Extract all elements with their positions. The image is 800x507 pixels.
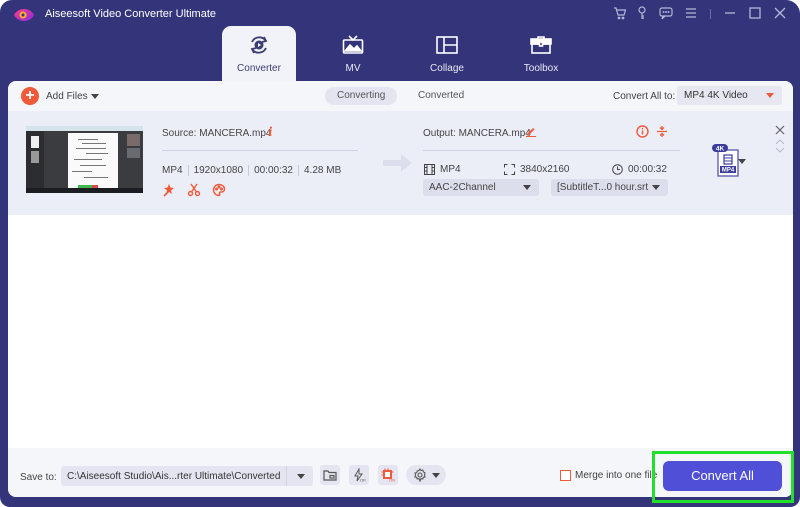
title-separator xyxy=(710,9,711,19)
output-filename: Output: MANCERA.mp4 xyxy=(423,128,531,139)
tab-mv-label: MV xyxy=(345,63,361,74)
converter-toolbar: + Add Files Converting Converted Convert… xyxy=(8,81,793,111)
minimize-icon[interactable] xyxy=(722,5,738,21)
tab-converting[interactable]: Converting xyxy=(325,87,398,105)
chevron-down-icon xyxy=(523,185,531,190)
add-files-dropdown-icon[interactable] xyxy=(91,94,99,99)
tab-collage[interactable]: Collage xyxy=(410,26,484,81)
maximize-icon[interactable] xyxy=(747,5,763,21)
tab-toolbox-label: Toolbox xyxy=(523,63,559,74)
add-files-button[interactable]: Add Files xyxy=(46,91,88,102)
convert-all-button[interactable]: Convert All xyxy=(663,461,782,491)
app-title: Aiseesoft Video Converter Ultimate xyxy=(45,8,216,20)
merge-checkbox[interactable] xyxy=(560,470,571,481)
arrow-right-icon xyxy=(383,154,412,172)
chevron-down-icon xyxy=(652,185,660,190)
merge-label: Merge into one file xyxy=(575,470,658,481)
chevron-down-icon xyxy=(432,473,440,478)
cart-icon[interactable] xyxy=(612,5,628,21)
source-filename: Source: MANCERA.mp4 xyxy=(162,128,272,139)
audio-track-value: AAC-2Channel xyxy=(429,182,496,193)
source-format: MP4 xyxy=(162,165,183,176)
output-duration-info: 00:00:32 xyxy=(612,164,667,175)
film-icon xyxy=(424,164,435,175)
gpu-acceleration-on-button[interactable]: ON xyxy=(378,465,398,485)
video-thumbnail[interactable] xyxy=(26,126,143,193)
enhance-icon[interactable] xyxy=(162,183,176,197)
source-meta: MP4 1920x1080 00:00:32 4.28 MB xyxy=(162,165,341,176)
hardware-acceleration-off-button[interactable]: OFF xyxy=(349,465,369,485)
output-info-icon[interactable] xyxy=(636,125,649,138)
tab-converted[interactable]: Converted xyxy=(406,87,476,105)
format-badge-label: MP4 xyxy=(722,168,735,174)
output-resolution-info: 3840x2160 xyxy=(504,164,570,175)
chevron-down-icon xyxy=(766,93,774,98)
save-path-value: C:\Aiseesoft Studio\Ais...rter Ultimate\… xyxy=(67,471,281,482)
source-resolution: 1920x1080 xyxy=(193,165,244,176)
convert-all-format-select[interactable]: MP4 4K Video xyxy=(677,86,782,105)
collage-icon xyxy=(435,34,459,56)
open-folder-button[interactable] xyxy=(320,465,340,485)
converter-panel: + Add Files Converting Converted Convert… xyxy=(8,81,793,497)
move-up-icon[interactable] xyxy=(775,138,785,146)
output-divider xyxy=(423,150,680,151)
folder-icon xyxy=(323,470,337,481)
tab-mv[interactable]: MV xyxy=(316,26,390,81)
source-duration: 00:00:32 xyxy=(254,165,293,176)
svg-text:OFF: OFF xyxy=(360,478,366,483)
title-bar: Aiseesoft Video Converter Ultimate xyxy=(0,0,800,26)
feedback-icon[interactable] xyxy=(658,5,674,21)
palette-icon[interactable] xyxy=(212,183,226,197)
edit-name-icon[interactable] xyxy=(525,125,537,137)
source-divider xyxy=(162,150,358,151)
app-logo-icon xyxy=(14,9,34,21)
format-badge-text: 4K xyxy=(716,146,725,153)
svg-text:ON: ON xyxy=(389,478,395,483)
output-resolution: 3840x2160 xyxy=(520,164,570,175)
cut-icon[interactable] xyxy=(187,183,201,197)
convert-all-format-value: MP4 4K Video xyxy=(684,90,748,101)
mv-icon xyxy=(341,34,365,56)
tab-converter[interactable]: Converter xyxy=(222,26,296,81)
converter-icon xyxy=(247,34,271,56)
output-format-info: MP4 xyxy=(424,164,461,175)
move-down-icon[interactable] xyxy=(775,146,785,154)
source-size: 4.28 MB xyxy=(304,165,342,176)
compress-icon[interactable] xyxy=(656,125,668,138)
cpu-on-icon: ON xyxy=(381,468,395,482)
tab-collage-label: Collage xyxy=(430,63,464,74)
lightning-off-icon: OFF xyxy=(354,468,366,483)
menu-icon[interactable] xyxy=(683,5,699,21)
format-dropdown-icon[interactable] xyxy=(738,159,746,164)
save-path-select[interactable]: C:\Aiseesoft Studio\Ais...rter Ultimate\… xyxy=(61,466,313,486)
output-duration: 00:00:32 xyxy=(628,164,667,175)
add-files-plus-icon[interactable]: + xyxy=(21,87,39,105)
audio-track-select[interactable]: AAC-2Channel xyxy=(423,179,539,196)
file-item: Source: MANCERA.mp4 i MP4 1920x1080 00:0… xyxy=(8,111,793,215)
source-info-icon[interactable]: i xyxy=(268,125,273,139)
gear-icon xyxy=(414,468,426,482)
tab-toolbox[interactable]: Toolbox xyxy=(504,26,578,81)
subtitle-value: [SubtitleT...0 hour.srt xyxy=(557,182,649,193)
save-to-label: Save to: xyxy=(20,472,57,483)
chevron-down-icon xyxy=(297,474,305,479)
clock-icon xyxy=(612,164,623,175)
remove-file-icon[interactable] xyxy=(775,125,785,135)
subtitle-select[interactable]: [SubtitleT...0 hour.srt xyxy=(551,179,668,196)
edit-tools xyxy=(162,183,226,197)
key-icon[interactable] xyxy=(634,5,650,21)
settings-button[interactable] xyxy=(406,465,446,485)
output-format: MP4 xyxy=(440,164,461,175)
tab-converter-label: Converter xyxy=(237,63,281,74)
toolbox-icon xyxy=(529,34,553,56)
app-window: Aiseesoft Video Converter Ultimate Conve… xyxy=(0,0,800,507)
convert-all-to-label: Convert All to: xyxy=(613,91,676,102)
close-icon[interactable] xyxy=(772,5,788,21)
resolution-icon xyxy=(504,164,515,175)
